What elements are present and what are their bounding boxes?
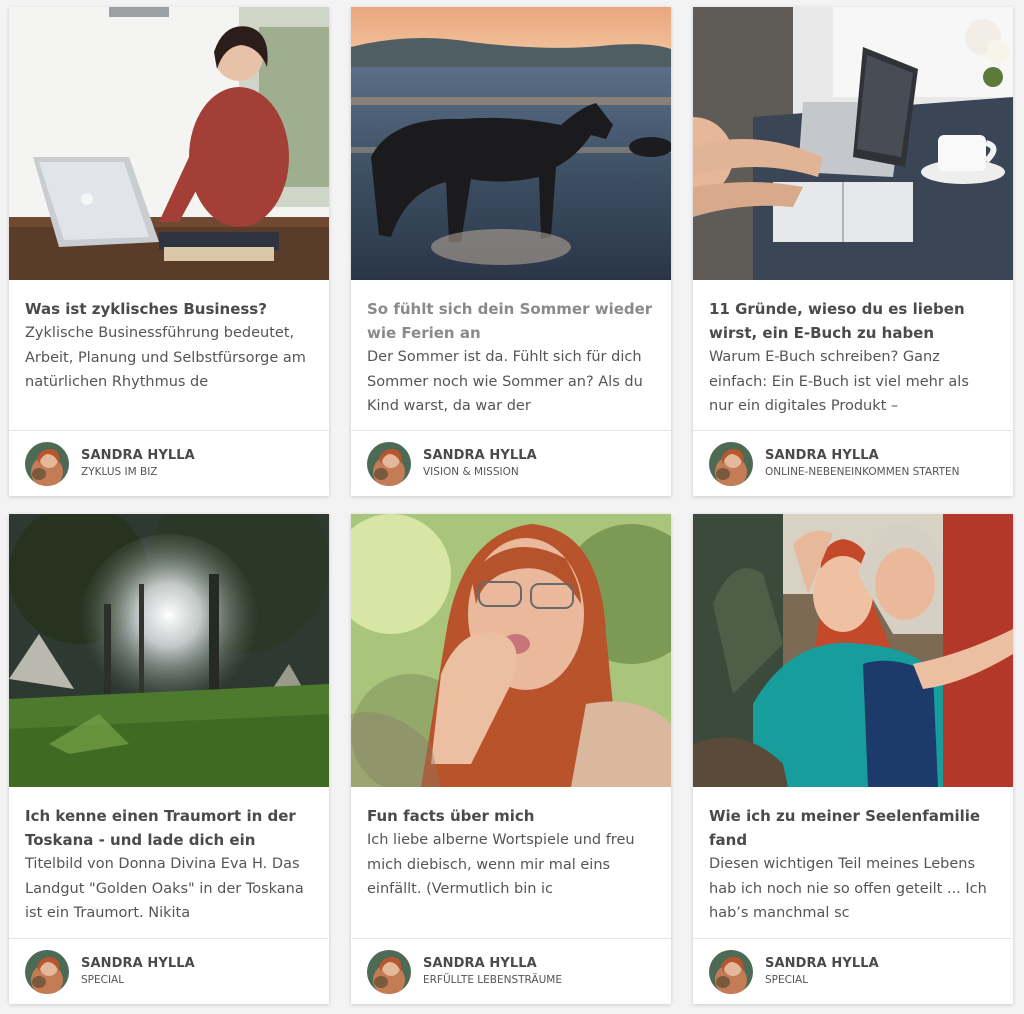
post-title[interactable]: So fühlt sich dein Sommer wieder wie Fer… xyxy=(367,297,655,345)
post-category[interactable]: SPECIAL xyxy=(765,972,879,988)
post-excerpt: Titelbild von Donna Divina Eva H. Das La… xyxy=(25,856,304,921)
post-footer: SANDRA HYLLA SPECIAL xyxy=(693,938,1013,1004)
post-excerpt: Warum E-Buch schreiben? Ganz einfach: Ei… xyxy=(709,349,969,414)
post-footer: SANDRA HYLLA ZYKLUS IM BIZ xyxy=(9,430,329,496)
post-title[interactable]: Wie ich zu meiner Seelenfamilie fand xyxy=(709,804,997,852)
post-image[interactable] xyxy=(693,7,1013,280)
post-excerpt: Ich liebe alberne Wortspiele und freu mi… xyxy=(367,832,635,897)
post-image[interactable] xyxy=(693,514,1013,787)
avatar[interactable] xyxy=(709,441,753,486)
post-title[interactable]: 11 Gründe, wieso du es lieben wirst, ein… xyxy=(709,297,997,345)
post-excerpt: Diesen wichtigen Teil meines Lebens hab … xyxy=(709,856,987,921)
post-category[interactable]: ZYKLUS IM BIZ xyxy=(81,464,195,480)
author-name[interactable]: SANDRA HYLLA xyxy=(81,447,195,464)
author-name[interactable]: SANDRA HYLLA xyxy=(765,447,960,464)
post-card[interactable]: 11 Gründe, wieso du es lieben wirst, ein… xyxy=(693,7,1013,496)
post-grid: Was ist zyklisches Business? Zyklische B… xyxy=(0,0,1024,1014)
author-name[interactable]: SANDRA HYLLA xyxy=(423,955,562,972)
post-category[interactable]: ERFÜLLTE LEBENSTRÄUME xyxy=(423,972,562,988)
post-image[interactable] xyxy=(9,7,329,280)
avatar[interactable] xyxy=(25,441,69,486)
post-image[interactable] xyxy=(351,514,671,787)
post-category[interactable]: ONLINE-NEBENEINKOMMEN STARTEN xyxy=(765,464,960,480)
post-footer: SANDRA HYLLA VISION & MISSION xyxy=(351,430,671,496)
post-category[interactable]: VISION & MISSION xyxy=(423,464,537,480)
post-card[interactable]: Was ist zyklisches Business? Zyklische B… xyxy=(9,7,329,496)
post-footer: SANDRA HYLLA SPECIAL xyxy=(9,938,329,1004)
avatar[interactable] xyxy=(709,949,753,994)
post-footer: SANDRA HYLLA ERFÜLLTE LEBENSTRÄUME xyxy=(351,938,671,1004)
post-card[interactable]: So fühlt sich dein Sommer wieder wie Fer… xyxy=(351,7,671,496)
post-card[interactable]: Fun facts über mich Ich liebe alberne Wo… xyxy=(351,514,671,1004)
post-title[interactable]: Was ist zyklisches Business? xyxy=(25,297,313,321)
post-image[interactable] xyxy=(9,514,329,787)
post-card[interactable]: Wie ich zu meiner Seelenfamilie fand Die… xyxy=(693,514,1013,1004)
post-image[interactable] xyxy=(351,7,671,280)
avatar[interactable] xyxy=(25,949,69,994)
post-excerpt: Der Sommer ist da. Fühlt sich für dich S… xyxy=(367,349,643,414)
post-excerpt: Zyklische Businessführung bedeutet, Arbe… xyxy=(25,325,306,390)
post-card[interactable]: Ich kenne einen Traumort in der Toskana … xyxy=(9,514,329,1004)
post-title[interactable]: Ich kenne einen Traumort in der Toskana … xyxy=(25,804,313,852)
post-category[interactable]: SPECIAL xyxy=(81,972,195,988)
post-title[interactable]: Fun facts über mich xyxy=(367,804,655,828)
avatar[interactable] xyxy=(367,441,411,486)
author-name[interactable]: SANDRA HYLLA xyxy=(765,955,879,972)
post-footer: SANDRA HYLLA ONLINE-NEBENEINKOMMEN START… xyxy=(693,430,1013,496)
author-name[interactable]: SANDRA HYLLA xyxy=(81,955,195,972)
avatar[interactable] xyxy=(367,949,411,994)
author-name[interactable]: SANDRA HYLLA xyxy=(423,447,537,464)
